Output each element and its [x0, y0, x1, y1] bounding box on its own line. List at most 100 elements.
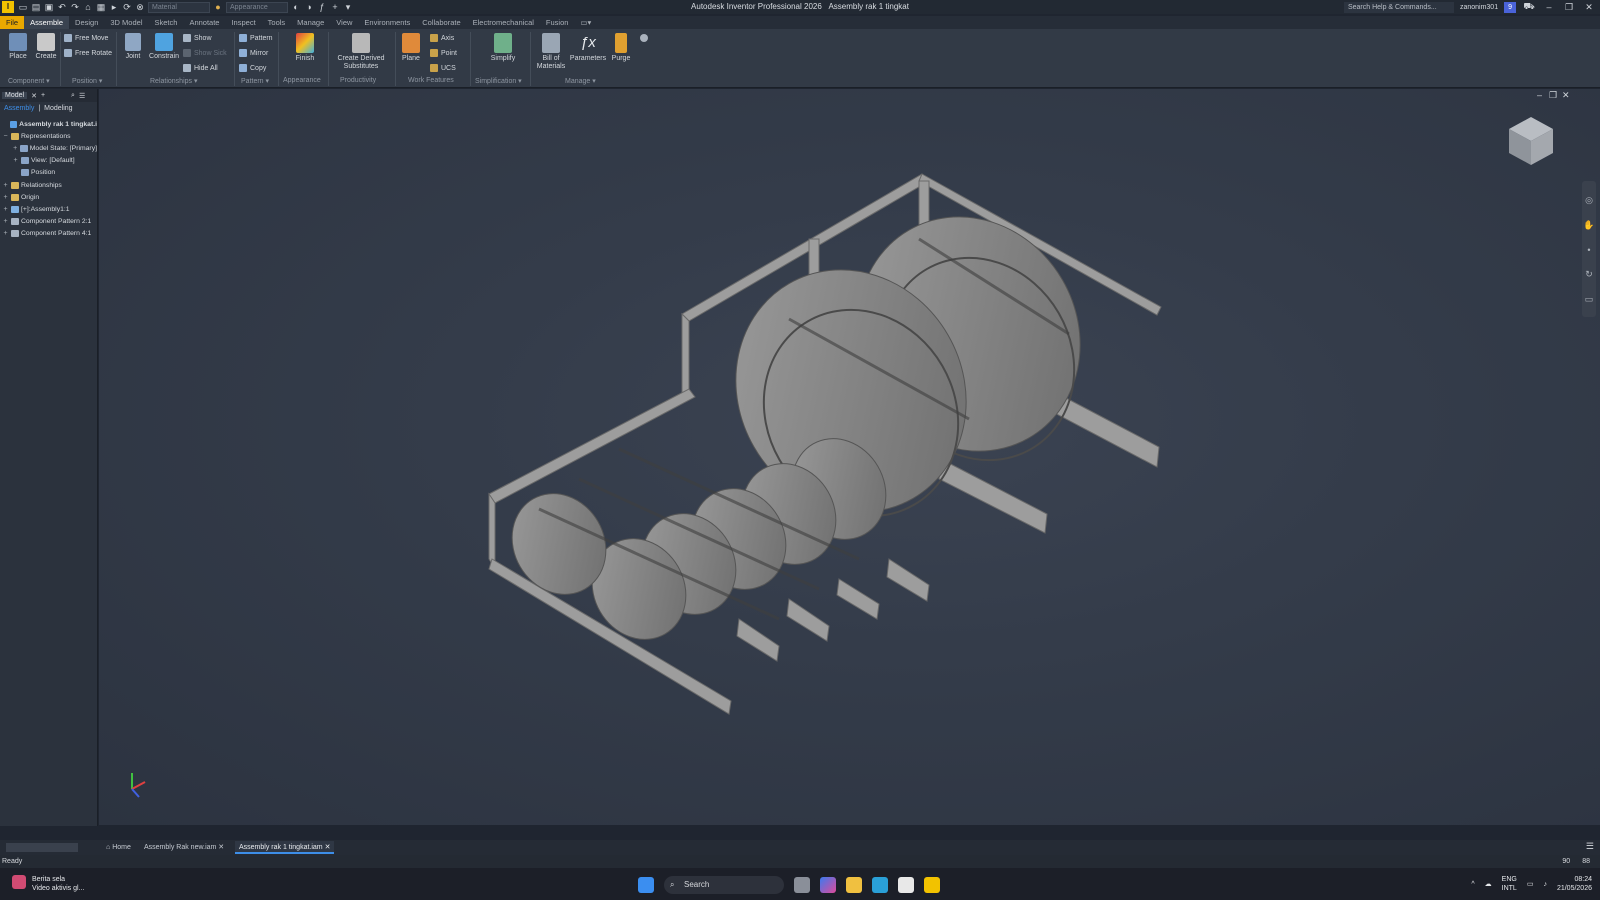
inventor-logo-icon[interactable]: I [2, 1, 14, 13]
update-icon[interactable]: ⟳ [122, 2, 132, 12]
create-button[interactable]: Create [34, 33, 58, 61]
expand-icon[interactable]: + [2, 218, 9, 225]
viewport-close-icon[interactable]: ✕ [1562, 90, 1570, 100]
file-explorer-icon[interactable] [846, 877, 862, 893]
tab-home[interactable]: ⌂ Home [102, 841, 135, 854]
menu-tabs-overflow-icon[interactable]: ▭▾ [574, 16, 597, 29]
volume-icon[interactable]: ♪ [1543, 881, 1547, 888]
tree-node[interactable]: + Origin [0, 191, 97, 203]
copilot-icon[interactable] [820, 877, 836, 893]
menu-tab-collaborate[interactable]: Collaborate [416, 16, 466, 29]
taskbar-search[interactable]: ⌕ Search [664, 876, 784, 894]
save-icon[interactable]: ▣ [44, 2, 54, 12]
menu-tab-electromechanical[interactable]: Electromechanical [467, 16, 540, 29]
tree-node[interactable]: − Representations [0, 130, 97, 142]
expand-icon[interactable]: + [2, 230, 9, 237]
tree-node[interactable]: + View: [Default] [0, 155, 97, 167]
ucs-button[interactable]: UCS [430, 64, 456, 72]
menu-tab-fusion[interactable]: Fusion [540, 16, 575, 29]
task-view-icon[interactable] [794, 877, 810, 893]
help-search-input[interactable]: Search Help & Commands... [1343, 1, 1454, 13]
tab-assembly-rak-new[interactable]: Assembly Rak new.iam ✕ [140, 841, 228, 854]
user-account[interactable]: zanonim301 [1460, 4, 1498, 11]
tree-node[interactable]: + Component Pattern 2:1 [0, 216, 97, 228]
group-position-label[interactable]: Position ▾ [72, 77, 102, 85]
steering-wheel-icon[interactable]: ◎ [1582, 195, 1596, 206]
menu-tab-file[interactable]: File [0, 16, 25, 29]
hide-all-button[interactable]: Hide All [183, 64, 218, 72]
show-button[interactable]: Show [183, 34, 212, 42]
search-icon[interactable]: ⌕ [71, 92, 75, 100]
finish-button[interactable]: Finish [292, 33, 318, 63]
close-icon[interactable]: ✕ [1582, 2, 1596, 13]
expand-icon[interactable]: + [12, 145, 18, 152]
news-widget[interactable]: Berita sela Video aktivis gl... [12, 875, 84, 893]
store-icon[interactable] [898, 877, 914, 893]
print-icon[interactable]: ▦ [96, 2, 106, 12]
view-cube[interactable] [1509, 117, 1553, 165]
plane-button[interactable]: Plane [400, 33, 422, 63]
copy-button[interactable]: Copy [239, 64, 266, 72]
viewport-minimize-icon[interactable]: – [1537, 90, 1542, 100]
menu-tab-view[interactable]: View [330, 16, 358, 29]
tree-node[interactable]: + Component Pattern 4:1 [0, 228, 97, 240]
new-file-icon[interactable]: ▭ [18, 2, 28, 12]
group-pattern-label[interactable]: Pattern ▾ [241, 77, 269, 85]
expand-icon[interactable]: + [2, 182, 9, 189]
tab-model[interactable]: Model [2, 92, 28, 99]
menu-tab-design[interactable]: Design [69, 16, 104, 29]
subtab-modeling[interactable]: Modeling [44, 105, 72, 112]
menu-tab-3d-model[interactable]: 3D Model [104, 16, 148, 29]
add-icon[interactable]: + [330, 2, 340, 12]
notification-badge[interactable]: 9 [1504, 1, 1516, 13]
inventor-taskbar-icon[interactable] [924, 877, 940, 893]
menu-tab-sketch[interactable]: Sketch [149, 16, 184, 29]
expand-icon[interactable]: + [2, 206, 9, 213]
graphics-viewport[interactable]: – ❐ ✕ ◎ ✋ • ↻ ▭ [99, 89, 1600, 825]
free-rotate-button[interactable]: Free Rotate [64, 49, 112, 57]
menu-tab-annotate[interactable]: Annotate [183, 16, 225, 29]
customize-icon[interactable]: ▾ [343, 2, 353, 12]
home-icon[interactable]: ⌂ [83, 2, 93, 12]
fx-icon[interactable]: ƒ [317, 2, 327, 12]
pan-icon[interactable]: ✋ [1582, 220, 1596, 231]
subtab-assembly[interactable]: Assembly [4, 105, 34, 112]
orbit-icon[interactable]: ↻ [1582, 269, 1596, 280]
look-at-icon[interactable]: ▭ [1582, 294, 1596, 305]
group-component-label[interactable]: Component ▾ [8, 77, 50, 85]
edge-icon[interactable] [872, 877, 888, 893]
language-indicator[interactable]: ENG INTL [1502, 875, 1517, 893]
tab-assembly-rak-1-tingkat[interactable]: Assembly rak 1 tingkat.iam ✕ [235, 841, 335, 854]
viewport-restore-icon[interactable]: ❐ [1549, 90, 1557, 100]
tabs-menu-icon[interactable]: ☰ [1586, 841, 1594, 852]
group-relationships-label[interactable]: Relationships ▾ [150, 77, 197, 85]
expand-icon[interactable]: + [12, 157, 19, 164]
mirror-button[interactable]: Mirror [239, 49, 268, 57]
create-derived-substitutes-button[interactable]: Create Derived Substitutes [333, 33, 389, 71]
constrain-button[interactable]: Constrain [148, 33, 180, 61]
axis-button[interactable]: Axis [430, 34, 454, 42]
group-manage-label[interactable]: Manage ▾ [565, 77, 596, 85]
add-tab-icon[interactable]: + [41, 92, 45, 99]
menu-tab-assemble[interactable]: Assemble [24, 16, 70, 29]
cloud-icon[interactable]: ☁ [1485, 880, 1492, 888]
close-tab-icon[interactable]: ✕ [31, 92, 37, 100]
menu-icon[interactable]: ☰ [79, 92, 85, 100]
restore-icon[interactable]: ❐ [1562, 2, 1576, 13]
cart-icon[interactable]: ⛟ [1522, 1, 1536, 13]
tree-node[interactable]: Assembly rak 1 tingkat.i [0, 118, 97, 130]
place-button[interactable]: Place [6, 33, 30, 61]
open-file-icon[interactable]: ▤ [31, 2, 41, 12]
menu-tab-tools[interactable]: Tools [262, 16, 292, 29]
redo-icon[interactable]: ↷ [70, 2, 80, 12]
tree-node[interactable]: + Model State: [Primary] [0, 142, 97, 154]
tree-node[interactable]: + [+]:Assembly1:1 [0, 203, 97, 215]
pattern-button[interactable]: Pattern [239, 34, 273, 42]
tree-node[interactable]: Position [0, 167, 97, 179]
browser-scrollbar[interactable] [6, 843, 78, 852]
undo-icon[interactable]: ↶ [57, 2, 67, 12]
purge-button[interactable]: Purge [608, 33, 634, 63]
simplify-button[interactable]: Simplify [488, 33, 518, 63]
zoom-icon[interactable]: • [1582, 245, 1596, 255]
tree-node[interactable]: + Relationships [0, 179, 97, 191]
